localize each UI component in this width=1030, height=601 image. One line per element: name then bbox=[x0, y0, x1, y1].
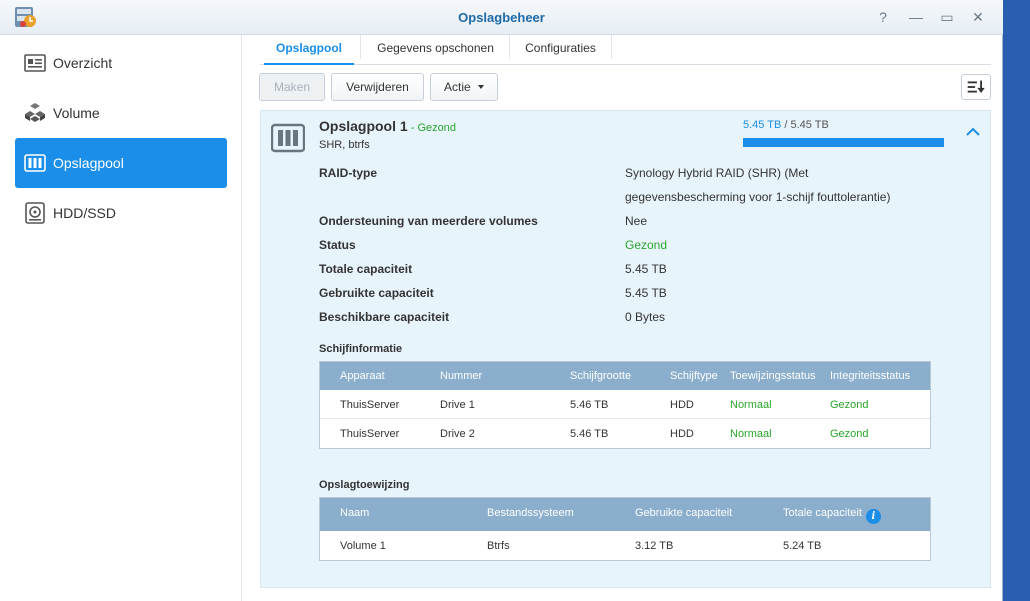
tab-configuraties[interactable]: Configuraties bbox=[512, 38, 609, 65]
detail-label-multi-volume: Ondersteuning van meerdere volumes bbox=[319, 214, 538, 228]
column-header[interactable]: Bestandssysteem bbox=[487, 507, 574, 519]
sidebar-item-volume[interactable]: Volume bbox=[15, 88, 227, 138]
tab-bar: Opslagpool Gegevens opschonen Configurat… bbox=[260, 35, 991, 65]
detail-value-available-capacity: 0 Bytes bbox=[625, 310, 666, 324]
detail-value-raid-type: Synology Hybrid RAID (SHR) (Met bbox=[625, 166, 809, 180]
detail-value-multi-volume: Nee bbox=[625, 214, 648, 228]
sidebar: Overzicht Volume Opslagpool HDD/SSD bbox=[0, 35, 242, 601]
column-header[interactable]: Schijfgrootte bbox=[570, 370, 631, 382]
close-button[interactable]: ✕ bbox=[968, 8, 988, 26]
tab-separator bbox=[360, 35, 361, 59]
table-row[interactable]: ThuisServer Drive 2 5.46 TB HDD Normaal … bbox=[320, 419, 930, 448]
detail-label-status: Status bbox=[319, 238, 356, 252]
table-cell: 5.46 TB bbox=[570, 399, 609, 411]
title-bar[interactable]: Opslagbeheer ? — ▭ ✕ bbox=[0, 0, 1003, 35]
column-header[interactable]: Gebruikte capaciteit bbox=[635, 507, 732, 519]
tab-gegevens-opschonen[interactable]: Gegevens opschonen bbox=[364, 38, 507, 65]
overview-icon bbox=[24, 54, 46, 72]
sidebar-item-label: Opslagpool bbox=[53, 155, 124, 171]
detail-value-total-capacity: 5.45 TB bbox=[625, 262, 667, 276]
table-cell: Btrfs bbox=[487, 540, 510, 552]
detail-value-used-capacity: 5.45 TB bbox=[625, 286, 667, 300]
info-icon[interactable]: i bbox=[865, 509, 881, 524]
allocation-table: Naam Bestandssysteem Gebruikte capacitei… bbox=[319, 497, 931, 561]
tab-separator bbox=[509, 35, 510, 59]
tab-separator bbox=[611, 35, 612, 59]
pool-name: Opslagpool 1 bbox=[319, 118, 408, 134]
column-header-label: Totale capaciteit bbox=[783, 507, 862, 519]
column-header[interactable]: Naam bbox=[340, 507, 369, 519]
table-cell: ThuisServer bbox=[340, 399, 400, 411]
table-row[interactable]: Volume 1 Btrfs 3.12 TB 5.24 TB bbox=[320, 531, 930, 560]
table-cell: 5.24 TB bbox=[783, 540, 822, 552]
sidebar-item-opslagpool[interactable]: Opslagpool bbox=[15, 138, 227, 188]
minimize-button[interactable]: — bbox=[906, 8, 926, 26]
capacity-total: / 5.45 TB bbox=[781, 119, 829, 131]
sidebar-item-hdd-ssd[interactable]: HDD/SSD bbox=[15, 188, 227, 238]
action-dropdown[interactable]: Actie bbox=[430, 73, 498, 101]
pool-capacity-text: 5.45 TB / 5.45 TB bbox=[743, 119, 829, 131]
table-cell: Gezond bbox=[830, 399, 869, 411]
window-title: Opslagbeheer bbox=[458, 10, 545, 25]
detail-label-available-capacity: Beschikbare capaciteit bbox=[319, 310, 450, 324]
disk-info-table: Apparaat Nummer Schijfgrootte Schijftype… bbox=[319, 361, 931, 449]
app-window: Opslagbeheer ? — ▭ ✕ Overzicht Volume Op… bbox=[0, 0, 1003, 601]
capacity-used: 5.45 TB bbox=[743, 119, 782, 131]
column-header[interactable]: Nummer bbox=[440, 370, 482, 382]
table-row[interactable]: ThuisServer Drive 1 5.46 TB HDD Normaal … bbox=[320, 390, 930, 419]
action-label: Actie bbox=[443, 80, 471, 94]
create-button[interactable]: Maken bbox=[259, 73, 325, 101]
maximize-button[interactable]: ▭ bbox=[937, 8, 957, 26]
tab-opslagpool[interactable]: Opslagpool bbox=[264, 38, 354, 65]
detail-label-total-capacity: Totale capaciteit bbox=[319, 262, 413, 276]
table-cell: Normaal bbox=[730, 399, 772, 411]
sidebar-item-overzicht[interactable]: Overzicht bbox=[15, 38, 227, 88]
table-cell: HDD bbox=[670, 399, 694, 411]
pool-title: Opslagpool 1 - Gezond bbox=[319, 118, 456, 134]
detail-value-raid-type-line2: gegevensbescherming voor 1-schijf foutto… bbox=[625, 190, 891, 204]
volume-icon bbox=[25, 103, 45, 122]
chevron-up-icon[interactable] bbox=[964, 125, 982, 139]
pool-status: - Gezond bbox=[407, 122, 456, 134]
column-header[interactable]: Toewijzingsstatus bbox=[730, 370, 816, 382]
table-cell: ThuisServer bbox=[340, 428, 400, 440]
sort-button[interactable] bbox=[961, 74, 991, 100]
table-cell: Normaal bbox=[730, 428, 772, 440]
table-header: Apparaat Nummer Schijfgrootte Schijftype… bbox=[320, 362, 930, 390]
storage-pool-icon bbox=[271, 123, 305, 153]
detail-value-status: Gezond bbox=[625, 238, 668, 252]
storage-pool-panel: Opslagpool 1 - Gezond SHR, btrfs 5.45 TB… bbox=[260, 110, 991, 588]
storage-pool-icon bbox=[24, 154, 46, 172]
table-cell: 5.46 TB bbox=[570, 428, 609, 440]
disk-icon bbox=[25, 202, 45, 224]
caret-down-icon bbox=[478, 85, 485, 89]
capacity-bar bbox=[743, 138, 944, 147]
table-cell: Volume 1 bbox=[340, 540, 386, 552]
column-header[interactable]: Apparaat bbox=[340, 370, 385, 382]
table-cell: 3.12 TB bbox=[635, 540, 674, 552]
sidebar-item-label: HDD/SSD bbox=[53, 205, 117, 221]
detail-label-used-capacity: Gebruikte capaciteit bbox=[319, 286, 434, 300]
column-header[interactable]: Integriteitsstatus bbox=[830, 370, 910, 382]
allocation-title: Opslagtoewijzing bbox=[319, 479, 410, 491]
column-header[interactable]: Schijftype bbox=[670, 370, 718, 382]
sort-icon bbox=[967, 80, 985, 93]
disk-info-title: Schijfinformatie bbox=[319, 343, 403, 355]
delete-button[interactable]: Verwijderen bbox=[331, 73, 424, 101]
table-header: Naam Bestandssysteem Gebruikte capacitei… bbox=[320, 498, 930, 531]
sidebar-item-label: Volume bbox=[53, 105, 100, 121]
pool-subtitle: SHR, btrfs bbox=[319, 139, 370, 151]
capacity-bar-fill bbox=[743, 138, 944, 147]
column-header-with-info[interactable]: Totale capaciteit i bbox=[783, 507, 881, 524]
sidebar-item-label: Overzicht bbox=[53, 55, 113, 71]
table-cell: HDD bbox=[670, 428, 694, 440]
table-cell: Drive 2 bbox=[440, 428, 475, 440]
table-cell: Gezond bbox=[830, 428, 869, 440]
detail-label-raid-type: RAID-type bbox=[319, 166, 378, 180]
help-button[interactable]: ? bbox=[873, 8, 893, 26]
table-cell: Drive 1 bbox=[440, 399, 475, 411]
